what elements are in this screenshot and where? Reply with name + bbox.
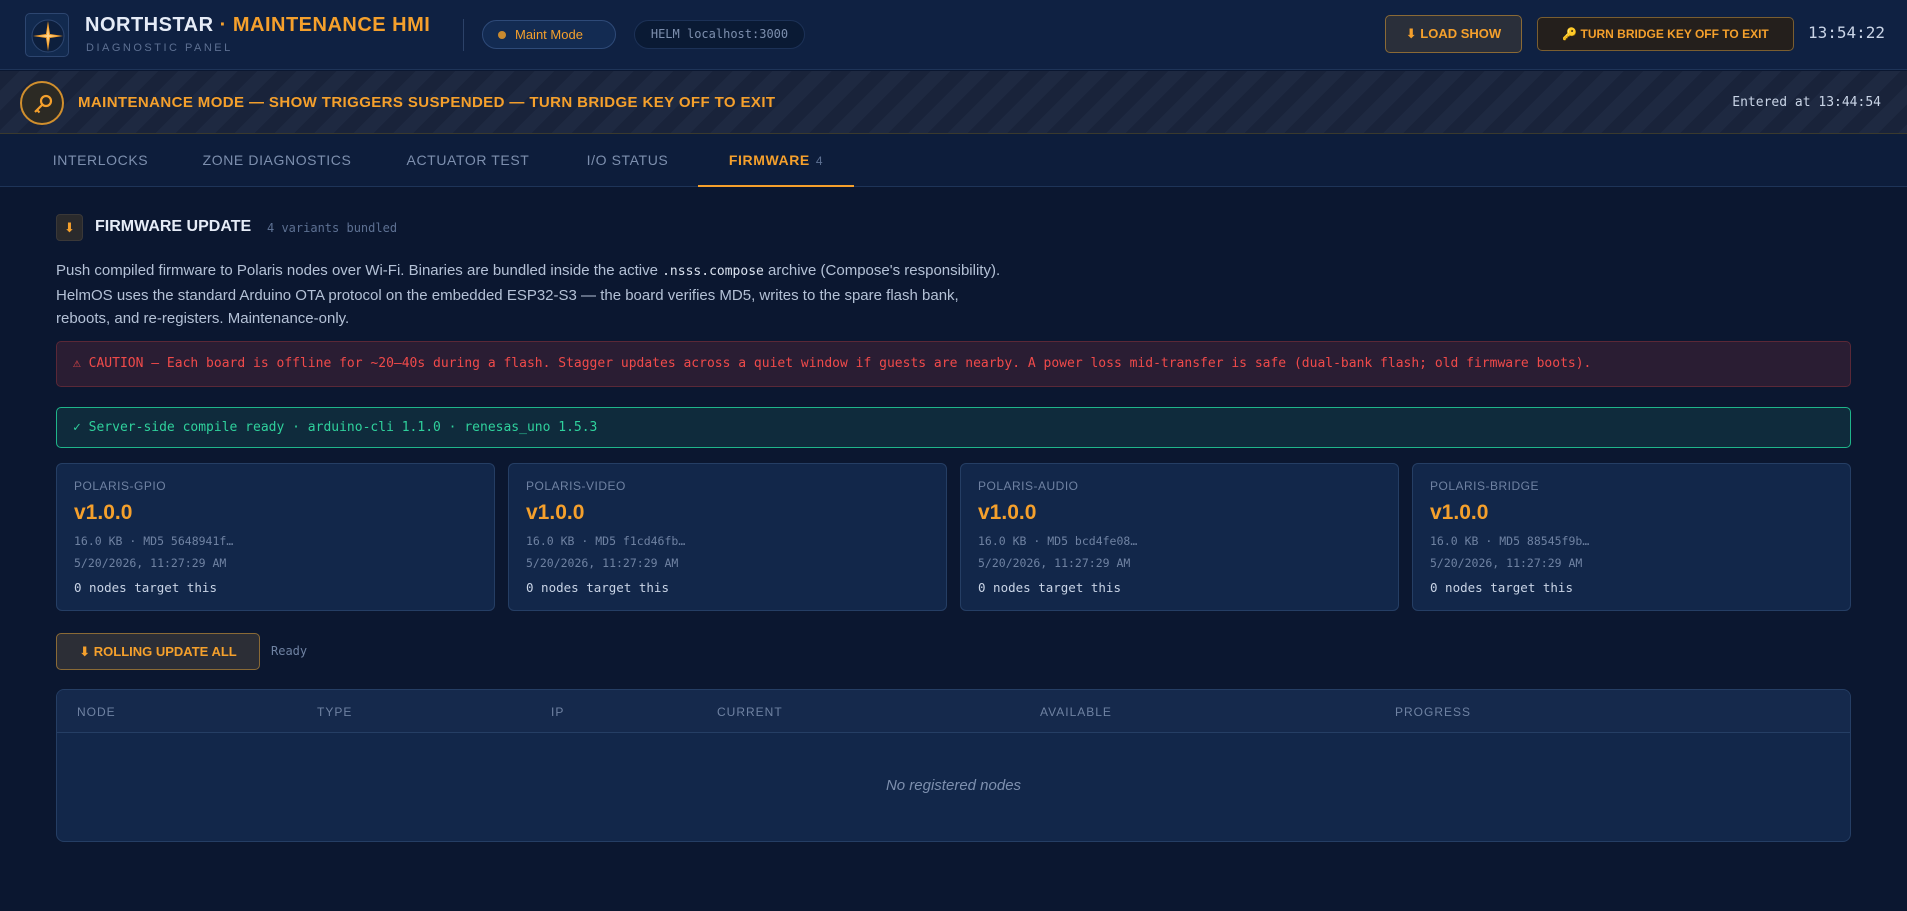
tab-label: ZONE DIAGNOSTICS bbox=[202, 152, 352, 168]
maint-mode-label: Maint Mode bbox=[515, 27, 583, 42]
column-header-ip[interactable]: IP bbox=[551, 705, 564, 719]
firmware-targets: 0 nodes target this bbox=[1430, 580, 1573, 595]
firmware-name: POLARIS-VIDEO bbox=[526, 479, 626, 493]
column-header-node[interactable]: NODE bbox=[77, 705, 116, 719]
firmware-card-bridge: POLARIS-BRIDGE v1.0.0 16.0 KB · MD5 8854… bbox=[1412, 463, 1851, 611]
bridge-key-exit-button[interactable]: 🔑 TURN BRIDGE KEY OFF TO EXIT bbox=[1537, 17, 1794, 51]
tab-interlocks[interactable]: INTERLOCKS bbox=[34, 134, 167, 187]
firmware-date: 5/20/2026, 11:27:29 AM bbox=[1430, 556, 1583, 570]
firmware-name: POLARIS-GPIO bbox=[74, 479, 167, 493]
firmware-card-gpio: POLARIS-GPIO v1.0.0 16.0 KB · MD5 564894… bbox=[56, 463, 495, 611]
app-subtitle: DIAGNOSTIC PANEL bbox=[86, 42, 233, 54]
firmware-name: POLARIS-BRIDGE bbox=[1430, 479, 1540, 493]
archive-filename: .nsss.compose bbox=[662, 264, 764, 279]
rolling-update-status: Ready bbox=[271, 644, 308, 658]
section-description: Push compiled firmware to Polaris nodes … bbox=[56, 259, 1016, 331]
tab-zone-diagnostics[interactable]: ZONE DIAGNOSTICS bbox=[184, 134, 370, 187]
firmware-card-audio: POLARIS-AUDIO v1.0.0 16.0 KB · MD5 bcd4f… bbox=[960, 463, 1399, 611]
tab-bar: INTERLOCKS ZONE DIAGNOSTICS ACTUATOR TES… bbox=[0, 134, 1907, 187]
nodes-table: NODE TYPE IP CURRENT AVAILABLE PROGRESS … bbox=[56, 689, 1851, 842]
firmware-meta: 16.0 KB · MD5 88545f9b… bbox=[1430, 534, 1590, 548]
app-header: NORTHSTAR · MAINTENANCE HMI DIAGNOSTIC P… bbox=[0, 0, 1907, 70]
firmware-targets: 0 nodes target this bbox=[978, 580, 1121, 595]
maint-mode-pill: Maint Mode bbox=[482, 20, 616, 49]
firmware-targets: 0 nodes target this bbox=[526, 580, 669, 595]
brand-name: NORTHSTAR bbox=[85, 14, 214, 36]
column-header-progress[interactable]: PROGRESS bbox=[1395, 705, 1471, 719]
status-dot-icon bbox=[498, 31, 506, 39]
section-title: FIRMWARE UPDATE bbox=[95, 218, 252, 235]
rolling-update-all-button[interactable]: ⬇ ROLLING UPDATE ALL bbox=[56, 633, 260, 670]
banner-message: MAINTENANCE MODE — SHOW TRIGGERS SUSPEND… bbox=[78, 94, 776, 111]
clock: 13:54:22 bbox=[1808, 23, 1886, 42]
tab-label: ACTUATOR TEST bbox=[406, 152, 530, 168]
banner-entered-time: Entered at 13:44:54 bbox=[1732, 95, 1881, 110]
column-header-current[interactable]: CURRENT bbox=[717, 705, 783, 719]
tab-actuator-test[interactable]: ACTUATOR TEST bbox=[391, 134, 545, 187]
firmware-date: 5/20/2026, 11:27:29 AM bbox=[526, 556, 679, 570]
tab-label: I/O STATUS bbox=[586, 152, 669, 168]
caution-alert: ⚠ CAUTION — Each board is offline for ~2… bbox=[56, 341, 1851, 387]
firmware-card-video: POLARIS-VIDEO v1.0.0 16.0 KB · MD5 f1cd4… bbox=[508, 463, 947, 611]
brand-accent: · MAINTENANCE HMI bbox=[219, 14, 431, 36]
compass-star-icon bbox=[25, 13, 69, 57]
firmware-meta: 16.0 KB · MD5 bcd4fe08… bbox=[978, 534, 1138, 548]
firmware-version: v1.0.0 bbox=[1430, 501, 1489, 524]
tab-firmware[interactable]: FIRMWARE 4 bbox=[698, 134, 854, 187]
load-show-button[interactable]: ⬇ LOAD SHOW bbox=[1385, 15, 1522, 53]
firmware-version: v1.0.0 bbox=[74, 501, 133, 524]
compile-status: ✓ Server-side compile ready · arduino-cl… bbox=[56, 407, 1851, 448]
firmware-version: v1.0.0 bbox=[526, 501, 585, 524]
maintenance-banner: MAINTENANCE MODE — SHOW TRIGGERS SUSPEND… bbox=[0, 71, 1907, 134]
header-divider bbox=[463, 19, 464, 51]
key-icon bbox=[20, 81, 64, 125]
tab-label: INTERLOCKS bbox=[52, 152, 149, 168]
table-empty-message: No registered nodes bbox=[885, 777, 1022, 794]
app-title: NORTHSTAR · MAINTENANCE HMI bbox=[85, 14, 430, 37]
tab-count-badge: 4 bbox=[815, 154, 824, 168]
section-subtitle: 4 variants bundled bbox=[267, 221, 398, 235]
column-header-type[interactable]: TYPE bbox=[317, 705, 352, 719]
column-header-available[interactable]: AVAILABLE bbox=[1040, 705, 1112, 719]
helm-connection-pill: HELM localhost:3000 bbox=[634, 20, 805, 49]
download-icon: ⬇ bbox=[56, 214, 83, 241]
firmware-version: v1.0.0 bbox=[978, 501, 1037, 524]
firmware-date: 5/20/2026, 11:27:29 AM bbox=[74, 556, 227, 570]
tab-label: FIRMWARE bbox=[728, 152, 810, 168]
firmware-date: 5/20/2026, 11:27:29 AM bbox=[978, 556, 1131, 570]
firmware-meta: 16.0 KB · MD5 5648941f… bbox=[74, 534, 234, 548]
description-text: Push compiled firmware to Polaris nodes … bbox=[56, 262, 663, 279]
tab-io-status[interactable]: I/O STATUS bbox=[566, 134, 689, 187]
firmware-meta: 16.0 KB · MD5 f1cd46fb… bbox=[526, 534, 686, 548]
firmware-targets: 0 nodes target this bbox=[74, 580, 217, 595]
table-header: NODE TYPE IP CURRENT AVAILABLE PROGRESS bbox=[57, 690, 1850, 733]
firmware-name: POLARIS-AUDIO bbox=[978, 479, 1079, 493]
